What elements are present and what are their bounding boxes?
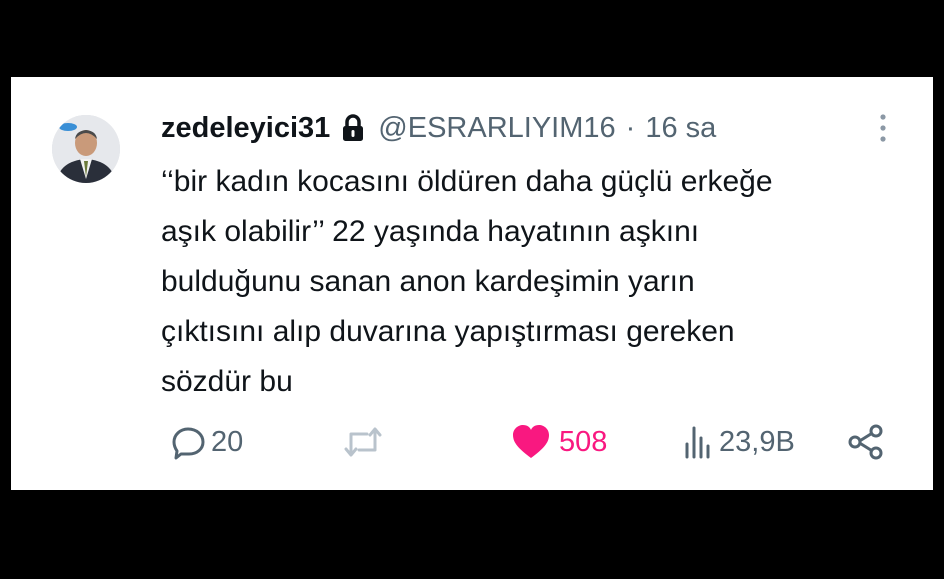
reply-icon	[172, 427, 205, 460]
display-name[interactable]: zedeleyici31	[161, 112, 330, 145]
views-count: 23,9B	[719, 425, 795, 458]
reply-count: 20	[211, 425, 244, 458]
retweet-button[interactable]	[341, 422, 385, 462]
tweet-card[interactable]: zedeleyici31 @ESRARLIYIM16 · 16 sa ‘‘bir…	[11, 77, 933, 490]
analytics-icon	[685, 426, 710, 459]
share-icon	[848, 424, 883, 460]
separator-dot: ·	[625, 111, 636, 144]
like-button[interactable]: 508	[511, 422, 607, 462]
action-bar: 20 508 23,9B	[161, 422, 891, 462]
reply-button[interactable]: 20	[171, 422, 243, 462]
tweet-text: ‘‘bir kadın kocasını öldüren daha güçlü …	[161, 165, 773, 398]
views-button[interactable]: 23,9B	[681, 422, 795, 462]
vertical-dots-icon	[880, 114, 886, 142]
user-handle[interactable]: @ESRARLIYIM16	[378, 112, 615, 145]
tweet-header: zedeleyici31 @ESRARLIYIM16 · 16 sa	[161, 111, 716, 145]
more-options-button[interactable]	[875, 111, 891, 147]
retweet-icon	[344, 427, 382, 457]
lock-icon	[342, 114, 364, 142]
tweet-time[interactable]: 16 sa	[645, 112, 716, 145]
like-count: 508	[559, 425, 608, 458]
avatar[interactable]	[52, 115, 120, 183]
heart-icon	[513, 425, 549, 458]
share-button[interactable]	[847, 422, 885, 462]
